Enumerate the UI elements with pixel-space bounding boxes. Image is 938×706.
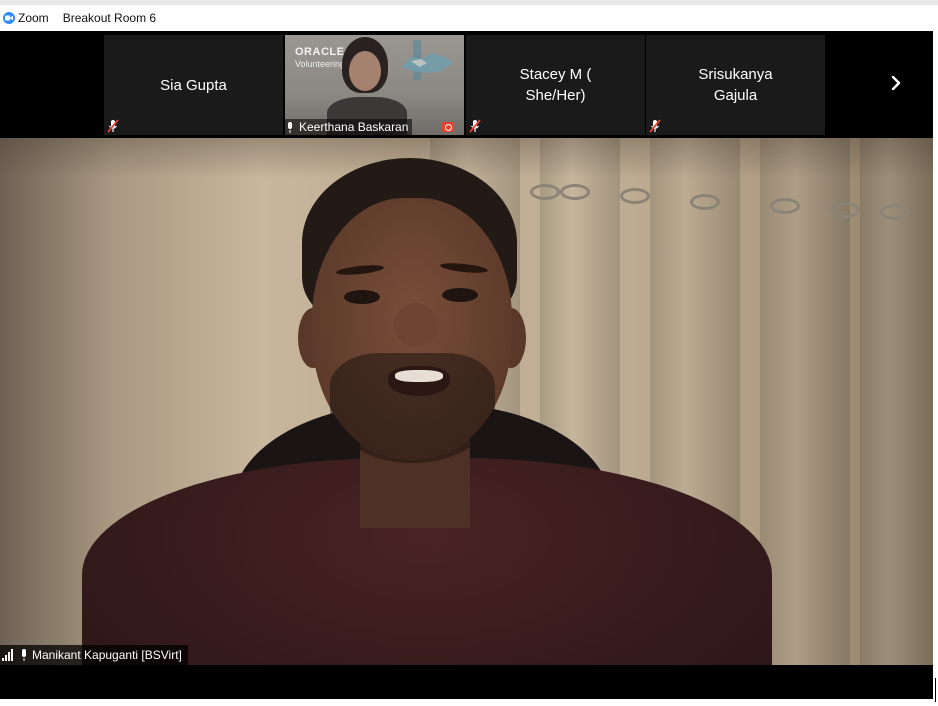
chevron-right-icon	[891, 76, 901, 90]
app-name: Zoom	[18, 11, 49, 25]
slide-subtitle: Volunteering	[295, 59, 346, 69]
participant-name-label: Keerthana Baskaran	[285, 119, 413, 135]
active-speaker-name-label: Manikant Kapuganti [BSVirt]	[0, 645, 188, 665]
window-titlebar: Zoom Breakout Room 6	[0, 0, 938, 31]
curtain-ring	[560, 184, 590, 200]
speaker-teeth	[395, 370, 443, 382]
recording-icon	[442, 122, 454, 132]
window-right-edge	[933, 31, 938, 699]
window-bottom-edge	[0, 699, 938, 706]
speaker-eye	[344, 290, 380, 304]
slide-map-graphic	[401, 53, 453, 73]
participant-name: Sia Gupta	[160, 76, 227, 94]
participant-tile-sia-gupta[interactable]: Sia Gupta	[104, 35, 283, 135]
curtain-ring	[880, 204, 910, 220]
curtain-ring	[620, 188, 650, 204]
curtain-ring	[530, 184, 560, 200]
muted-microphone-icon	[469, 119, 481, 133]
zoom-logo-icon	[3, 12, 15, 24]
participant-gallery-strip: Sia Gupta ORACLE Volunteering Keerthana …	[0, 31, 938, 138]
bottom-black-bar	[0, 665, 933, 699]
active-speaker-name: Manikant Kapuganti [BSVirt]	[32, 648, 182, 662]
breakout-room-name: Breakout Room 6	[62, 11, 157, 25]
participant-tile-stacey-m[interactable]: Stacey M ( She/Her)	[466, 35, 645, 135]
speaker-eye	[442, 288, 478, 302]
microphone-icon	[288, 121, 292, 133]
participant-name: Stacey M ( She/Her)	[519, 66, 592, 104]
text-cursor	[935, 678, 936, 702]
curtain-ring	[690, 194, 720, 210]
participant-tile-keerthana-baskaran[interactable]: ORACLE Volunteering Keerthana Baskaran	[285, 35, 464, 135]
participant-tile-srisukanya-gajula[interactable]: Srisukanya Gajula	[646, 35, 825, 135]
curtain-ring	[770, 198, 800, 214]
signal-bars-icon	[2, 649, 14, 661]
microphone-icon	[22, 649, 26, 661]
speaker-nose	[394, 303, 438, 347]
participant-name: Srisukanya Gajula	[698, 66, 773, 104]
curtain-ring	[830, 202, 860, 218]
active-speaker-video[interactable]: Manikant Kapuganti [BSVirt]	[0, 138, 933, 665]
muted-microphone-icon	[649, 119, 661, 133]
next-page-button[interactable]	[884, 71, 908, 95]
participant-video-face	[349, 51, 381, 91]
muted-microphone-icon	[107, 119, 119, 133]
curtain-fold	[760, 138, 850, 665]
participant-name: Keerthana Baskaran	[299, 120, 409, 134]
